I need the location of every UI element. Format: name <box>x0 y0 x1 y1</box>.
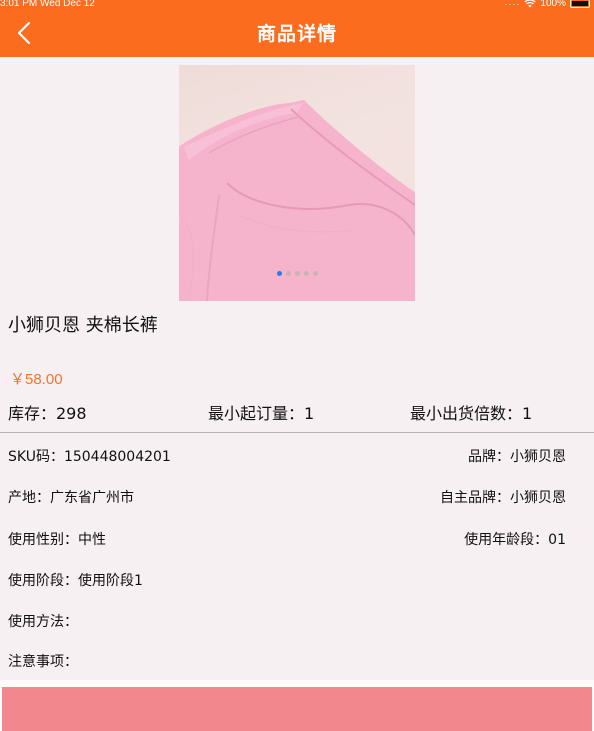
wifi-icon <box>524 0 537 8</box>
product-price: ￥58.00 <box>10 371 63 388</box>
brand: 品牌：小狮贝恩 <box>468 449 566 465</box>
min-shipping-multiple: 最小出货倍数：1 <box>410 404 533 423</box>
carousel-dot[interactable] <box>294 271 300 276</box>
divider <box>0 432 594 433</box>
carousel-dots[interactable] <box>179 271 415 276</box>
signal-icon: ···· <box>504 0 521 9</box>
battery-icon <box>570 0 590 8</box>
product-name: 小狮贝恩 夹棉长裤 <box>8 315 158 336</box>
battery-percent: 100% <box>540 0 566 9</box>
min-order-quantity: 最小起订量：1 <box>208 404 315 423</box>
status-time-date: 3:01 PM Wed Dec 12 <box>0 0 95 9</box>
nav-bar: 3:01 PM Wed Dec 12 ···· 100% 商品详情 <box>0 0 594 57</box>
usage-stage: 使用阶段：使用阶段1 <box>8 573 143 589</box>
carousel-dot[interactable] <box>285 271 291 276</box>
origin: 产地：广东省广州市 <box>8 490 134 506</box>
product-image-carousel[interactable] <box>179 65 415 301</box>
gender: 使用性别：中性 <box>8 532 106 548</box>
product-photo <box>179 100 415 301</box>
cautions: 注意事项： <box>8 654 78 670</box>
carousel-dot[interactable] <box>276 271 282 276</box>
action-bar-button[interactable] <box>2 687 592 731</box>
carousel-dot[interactable] <box>312 271 318 276</box>
carousel-dot[interactable] <box>303 271 309 276</box>
age-range: 使用年龄段：01 <box>464 532 566 548</box>
stock-count: 库存：298 <box>8 404 87 423</box>
status-indicators: ···· 100% <box>504 0 590 9</box>
stock-stats-row: 库存：298 最小起订量：1 最小出货倍数：1 <box>8 400 594 424</box>
sku-code: SKU码：150448004201 <box>8 449 171 465</box>
page-title: 商品详情 <box>256 23 337 45</box>
usage-method: 使用方法： <box>8 614 78 630</box>
own-brand: 自主品牌：小狮贝恩 <box>440 490 566 506</box>
